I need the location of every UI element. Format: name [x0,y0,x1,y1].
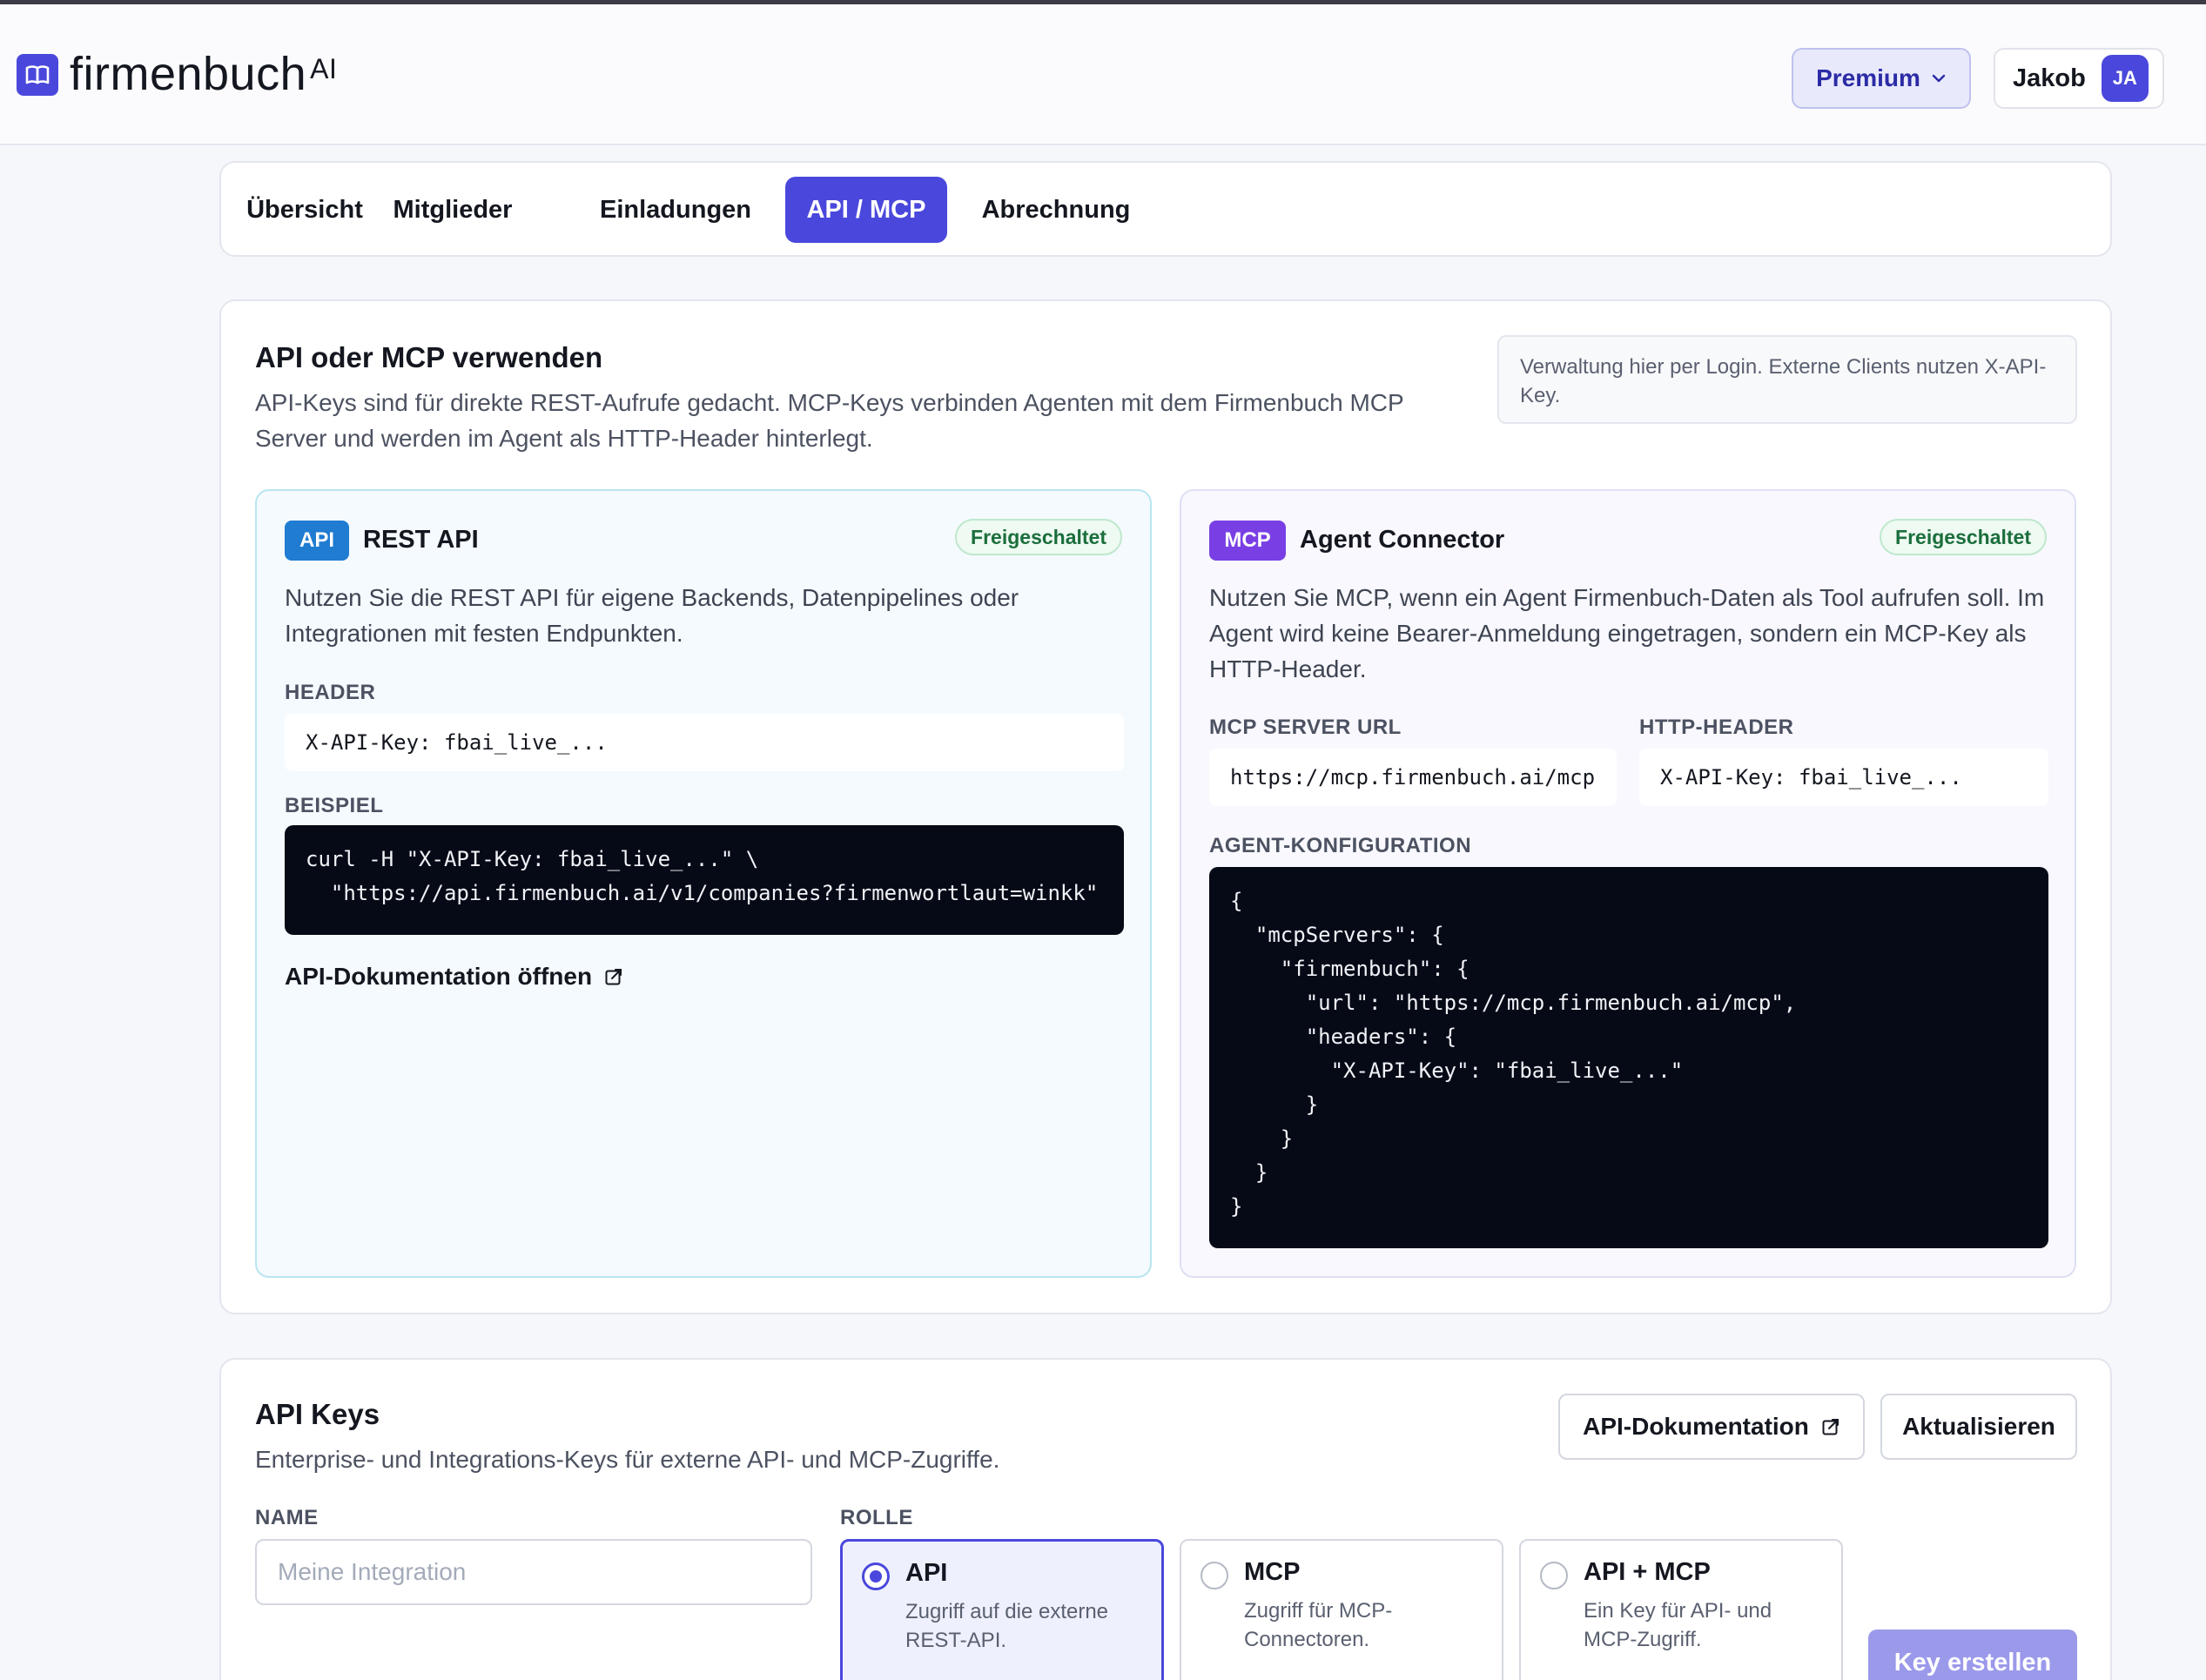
role-option-description: Zugriff auf die externe REST-API. [905,1600,1109,1652]
mcp-server-url-value[interactable]: https://mcp.firmenbuch.ai/mcp [1209,749,1617,806]
status-badge: Freigeschaltet [1880,519,2047,555]
api-tag: API [285,521,349,561]
plan-dropdown-button[interactable]: Premium [1792,48,1971,109]
app-logo[interactable]: firmenbuch AI [70,46,337,102]
chevron-down-icon [1932,74,1946,83]
plan-label: Premium [1816,64,1920,91]
rest-api-panel: API REST API Freigeschaltet Nutzen Sie d… [255,489,1152,1278]
http-header-value[interactable]: X-API-Key: fbai_live_... [1639,749,2048,806]
curl-example-code[interactable]: curl -H "X-API-Key: fbai_live_..." \ "ht… [285,825,1124,935]
tab-uebersicht[interactable]: Übersicht [244,177,366,243]
role-option-description: Zugriff für MCP-Connectoren. [1244,1599,1393,1651]
login-note: Verwaltung hier per Login. Externe Clien… [1497,335,2077,424]
refresh-button[interactable]: Aktualisieren [1880,1394,2077,1460]
api-docs-link-label: API-Dokumentation öffnen [285,963,593,990]
role-option-title: MCP [1244,1558,1301,1586]
agent-config-code[interactable]: { "mcpServers": { "firmenbuch": { "url":… [1209,867,2048,1248]
radio-button[interactable] [1201,1562,1228,1589]
role-option-description: Ein Key für API- und MCP-Zugriff. [1584,1599,1772,1651]
logo-wordmark: firmenbuch [70,48,307,100]
radio-button[interactable] [862,1562,890,1590]
usage-title: API oder MCP verwenden [255,341,603,373]
agent-connector-title: Agent Connector [1300,526,1505,554]
api-docs-button-label: API-Dokumentation [1583,1413,1809,1440]
tab-mitglieder[interactable]: Mitglieder [390,177,515,243]
mcp-description: Nutzen Sie MCP, wenn ein Agent Firmenbuc… [1209,584,2045,682]
user-name: Jakob [2013,64,2086,92]
api-keys-description: Enterprise- und Integrations-Keys für ex… [255,1446,1000,1473]
external-link-icon [1822,1419,1839,1435]
role-option-title: API + MCP [1584,1558,1711,1586]
role-option-api-mcp[interactable]: API + MCP Ein Key für API- und MCP-Zugri… [1519,1539,1843,1680]
tab-abrechnung[interactable]: Abrechnung [980,177,1132,243]
mcp-panel: MCP Agent Connector Freigeschaltet Nutze… [1180,489,2076,1278]
header-value[interactable]: X-API-Key: fbai_live_... [285,714,1124,771]
role-option-mcp[interactable]: MCP Zugriff für MCP-Connectoren. [1180,1539,1503,1680]
usage-description: API-Keys sind für direkte REST-Aufrufe g… [255,389,1404,452]
tab-einladungen[interactable]: Einladungen [600,177,751,243]
tab-api-mcp[interactable]: API / MCP [785,177,947,243]
mcp-tag: MCP [1209,521,1286,561]
http-header-label: HTTP-HEADER [1639,716,1794,739]
api-docs-button[interactable]: API-Dokumentation [1558,1394,1865,1460]
external-link-icon [605,969,622,985]
book-icon[interactable] [17,54,58,96]
radio-button[interactable] [1540,1562,1568,1589]
user-menu-button[interactable]: Jakob JA [1994,48,2164,109]
rest-api-title: REST API [363,526,479,554]
role-option-title: API [905,1559,948,1587]
app-header: firmenbuch AI Premium Jakob JA [0,4,2206,145]
name-label: NAME [255,1506,319,1529]
role-label: ROLLE [840,1506,913,1529]
agent-config-label: AGENT-KONFIGURATION [1209,834,1472,857]
name-input[interactable] [255,1539,812,1605]
role-option-api[interactable]: API Zugriff auf die externe REST-API. [840,1539,1164,1680]
mcp-server-url-label: MCP SERVER URL [1209,716,1402,739]
header-label: HEADER [285,681,376,704]
create-key-button[interactable]: Key erstellen [1868,1630,2077,1680]
rest-api-description: Nutzen Sie die REST API für eigene Backe… [285,584,1019,647]
example-label: BEISPIEL [285,794,384,817]
logo-superscript: AI [310,53,338,84]
api-docs-link[interactable]: API-Dokumentation öffnen [285,963,623,991]
avatar: JA [2101,55,2149,102]
settings-tabs: Übersicht Mitglieder Einladungen API / M… [219,161,2112,257]
api-keys-title: API Keys [255,1398,380,1430]
status-badge: Freigeschaltet [955,519,1122,555]
